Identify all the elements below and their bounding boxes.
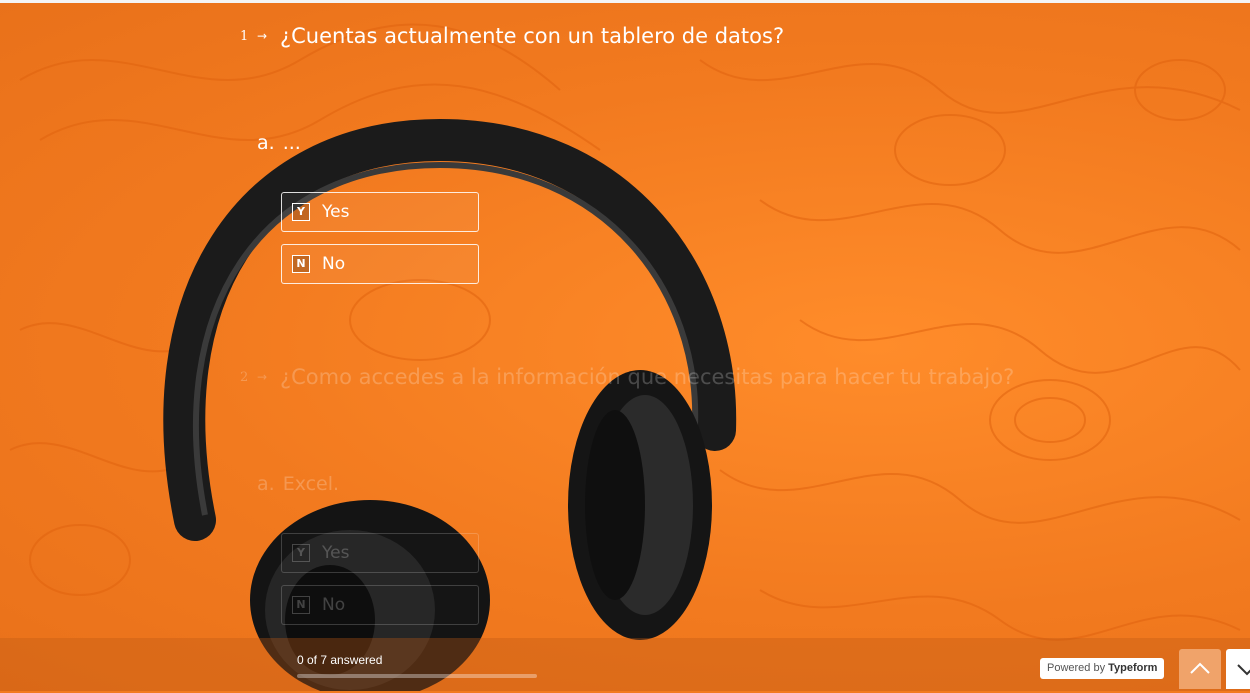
sub-question-text: ... [282, 132, 301, 154]
key-hint-n: N [292, 596, 310, 614]
arrow-right-icon: → [257, 29, 268, 43]
sub-question: a. Excel. [257, 473, 339, 495]
previous-question-button[interactable] [1179, 649, 1221, 689]
choice-yes[interactable]: Y Yes [281, 533, 479, 573]
key-hint-y: Y [292, 544, 310, 562]
arrow-right-icon: → [257, 370, 268, 384]
choice-label: No [322, 254, 346, 274]
choice-label: No [322, 595, 346, 615]
choice-label: Yes [322, 202, 350, 222]
chevron-up-icon [1190, 662, 1210, 674]
headphones-illustration [9, 23, 1241, 691]
top-border [0, 0, 1250, 3]
choice-yes[interactable]: Y Yes [281, 192, 479, 232]
question-number: 1 [240, 29, 249, 44]
powered-by-brand: Typeform [1108, 662, 1158, 674]
chevron-down-icon [1237, 664, 1250, 676]
progress-bar [297, 674, 537, 678]
sub-question-text: Excel. [282, 473, 340, 495]
sub-question: a.... [257, 132, 301, 154]
question-number: 2 [240, 370, 249, 385]
powered-by-prefix: Powered by [1047, 662, 1106, 674]
key-hint-y: Y [292, 203, 310, 221]
choice-no[interactable]: N No [281, 244, 479, 284]
next-question-button[interactable] [1226, 649, 1250, 689]
question-title: ¿Como accedes a la información que neces… [280, 365, 1015, 389]
footer-bar: 0 of 7 answered Powered by Typeform [0, 638, 1250, 691]
key-hint-n: N [292, 255, 310, 273]
question-title: ¿Cuentas actualmente con un tablero de d… [280, 24, 785, 48]
sub-question-letter: a. [257, 132, 275, 154]
choice-label: Yes [322, 543, 350, 563]
choice-no[interactable]: N No [281, 585, 479, 625]
powered-by-badge[interactable]: Powered by Typeform [1040, 658, 1165, 679]
background-image [0, 0, 1250, 691]
progress-text: 0 of 7 answered [297, 653, 383, 667]
sub-question-letter: a. [257, 473, 275, 495]
